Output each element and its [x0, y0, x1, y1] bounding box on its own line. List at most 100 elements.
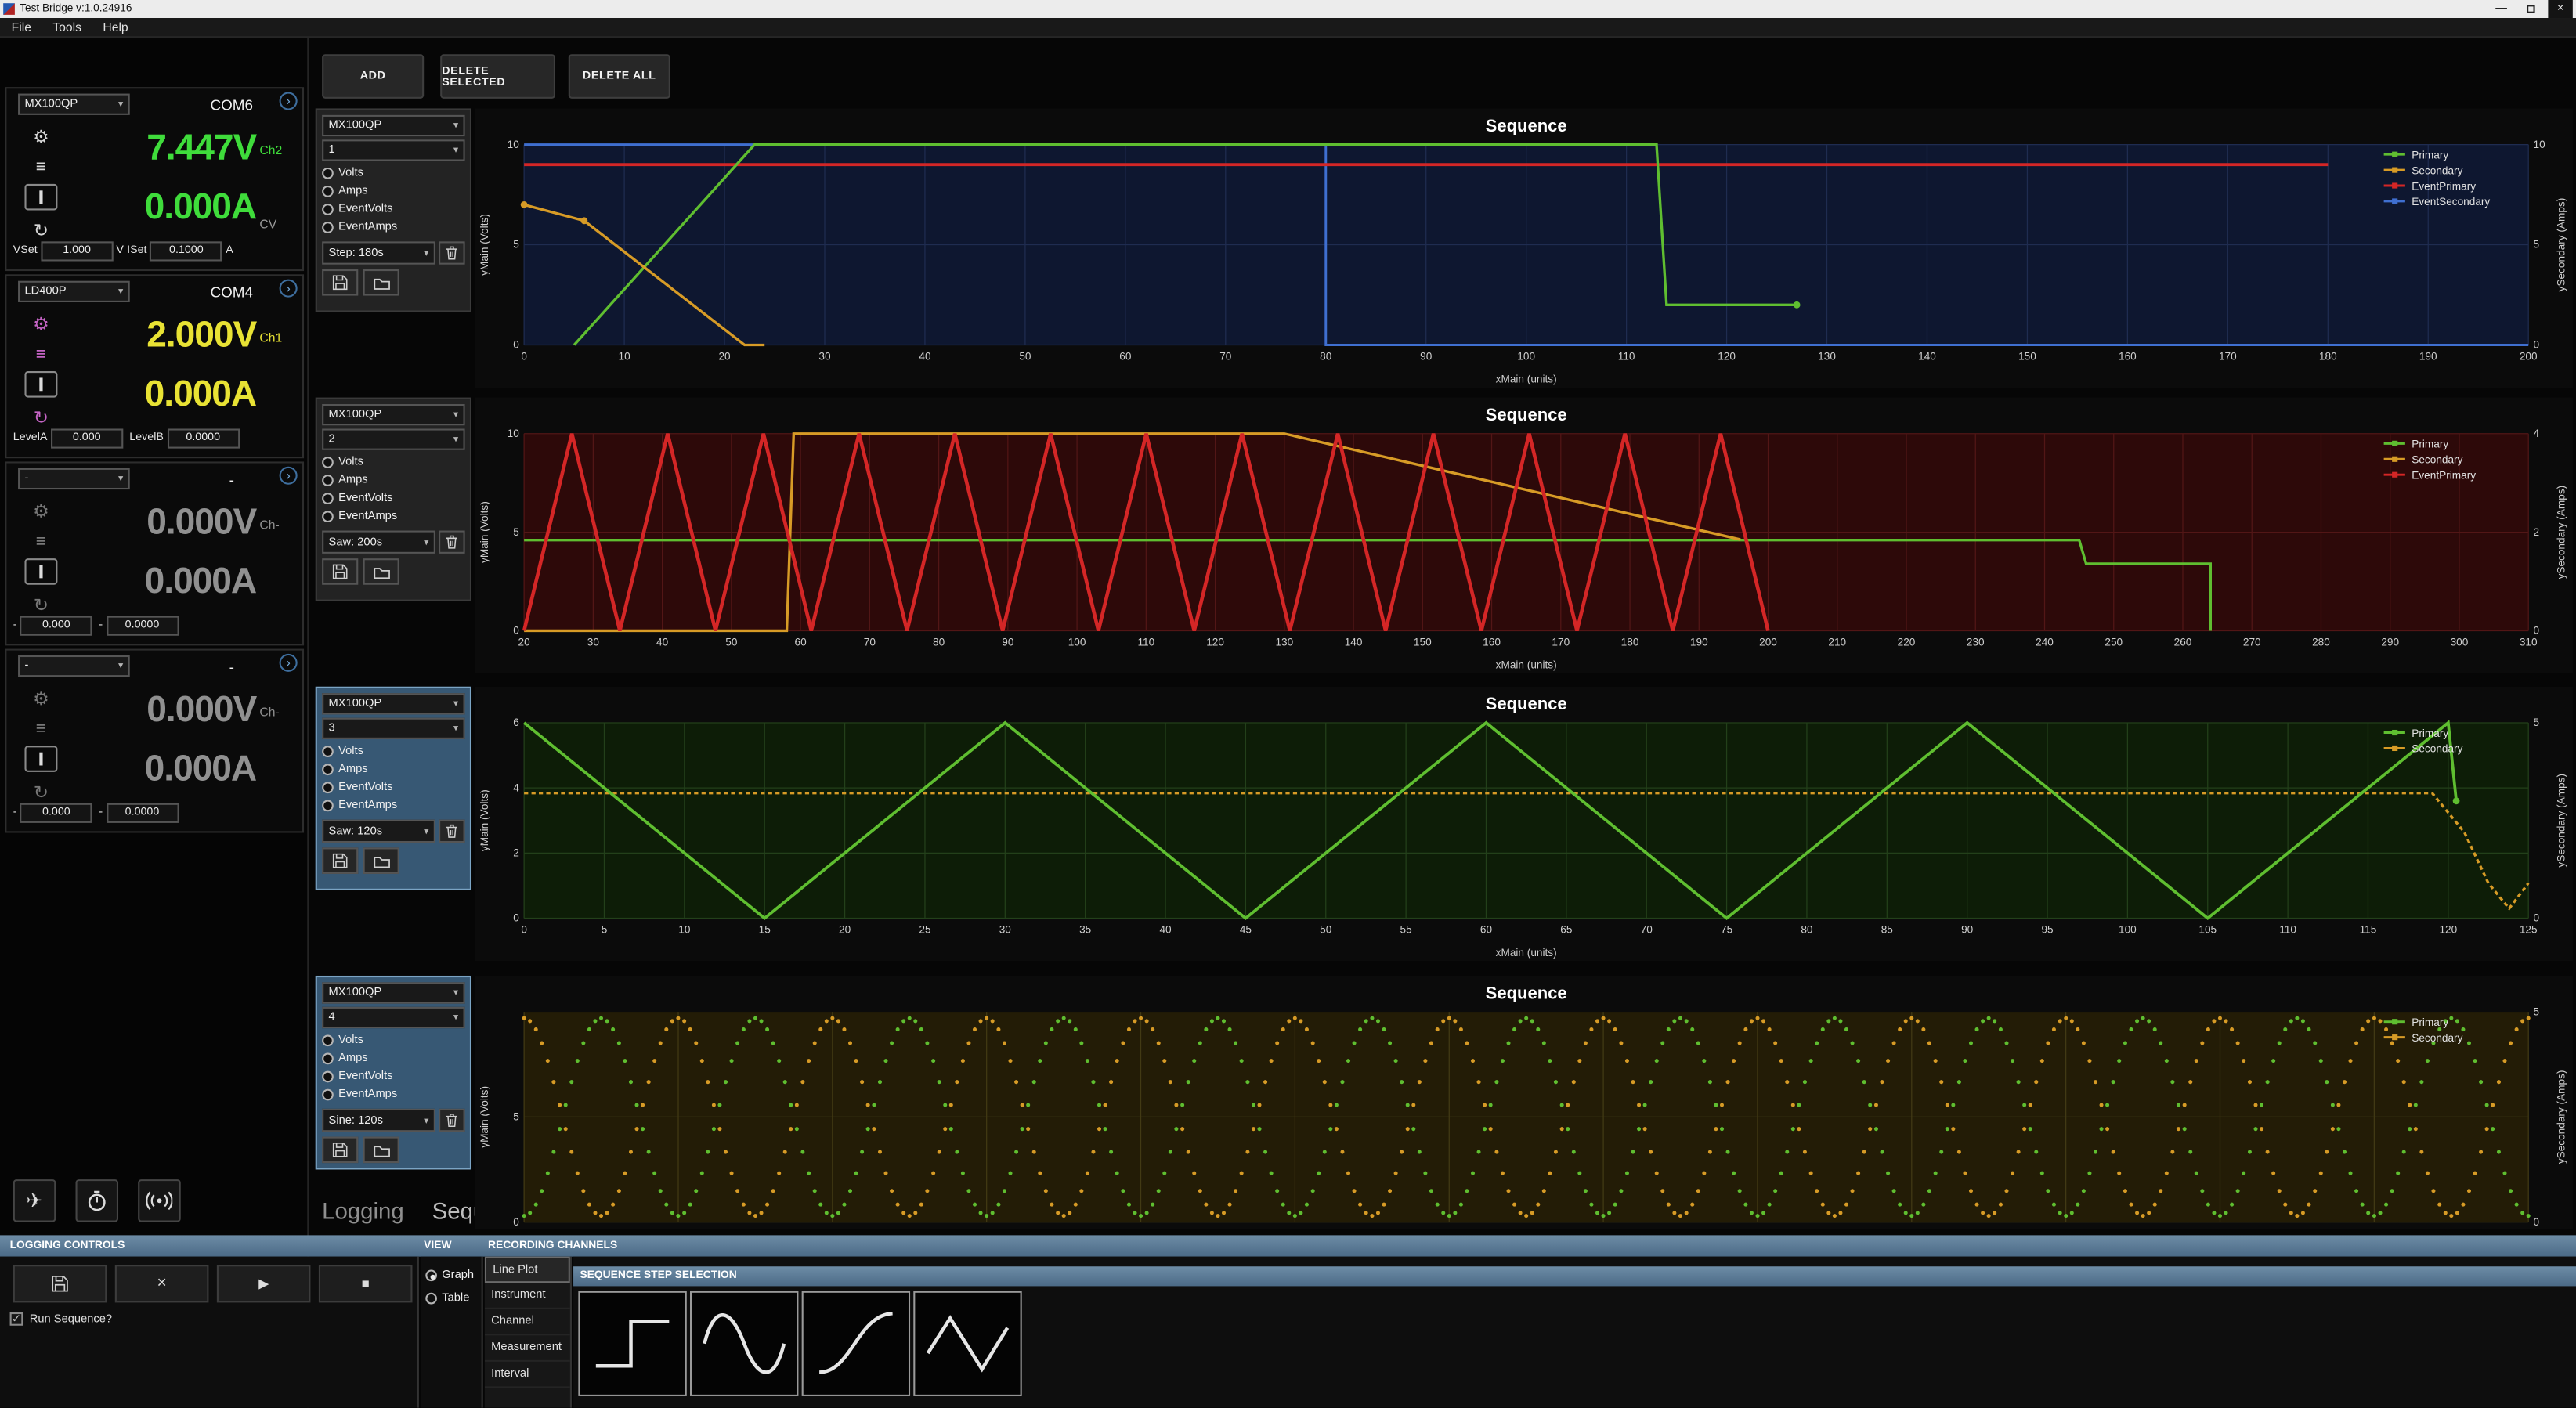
- card-waveform-select[interactable]: Step: 180s▾: [322, 241, 435, 264]
- card-option-eventvolts[interactable]: EventVolts: [322, 778, 464, 796]
- recording-item-line-plot[interactable]: Line Plot: [485, 1257, 570, 1283]
- tab-logging[interactable]: Logging: [322, 1197, 404, 1224]
- delete-step-button[interactable]: [439, 241, 465, 264]
- load-step-button[interactable]: [363, 1137, 399, 1164]
- sequence-chart[interactable]: 0505yMain (Volts)ySecondary (Amps)Primar…: [475, 976, 2573, 1229]
- card-option-amps[interactable]: Amps: [322, 1049, 464, 1067]
- card-option-eventvolts[interactable]: EventVolts: [322, 200, 464, 218]
- load-step-button[interactable]: [363, 558, 399, 585]
- save-step-button[interactable]: [322, 1137, 358, 1164]
- field1-label: -: [13, 807, 17, 818]
- menu-tools[interactable]: Tools: [52, 20, 81, 34]
- menu-help[interactable]: Help: [103, 20, 128, 34]
- svg-text:0: 0: [2533, 1216, 2539, 1228]
- save-step-button[interactable]: [322, 847, 358, 874]
- card-option-eventamps[interactable]: EventAmps: [322, 218, 464, 236]
- minimize-button[interactable]: —: [2489, 0, 2513, 18]
- field1-input[interactable]: [20, 616, 92, 635]
- sequence-chart[interactable]: 0102030405060708090100110120130140150160…: [475, 108, 2573, 388]
- card-option-eventamps[interactable]: EventAmps: [322, 507, 464, 525]
- maximize-button[interactable]: [2519, 0, 2543, 18]
- instrument-expander-button[interactable]: ›: [280, 467, 298, 485]
- sine-waveform-button[interactable]: [690, 1291, 798, 1396]
- card-option-amps[interactable]: Amps: [322, 182, 464, 200]
- card-waveform-select[interactable]: Saw: 200s▾: [322, 531, 435, 554]
- log-stop-button[interactable]: ■: [319, 1265, 413, 1302]
- delete-step-button[interactable]: [439, 531, 465, 554]
- svg-text:xMain (units): xMain (units): [1496, 659, 1557, 671]
- probe-tool-button[interactable]: ✈: [13, 1179, 56, 1222]
- card-step-select[interactable]: 4▾: [322, 1007, 464, 1028]
- run-sequence-checkbox[interactable]: ✓: [10, 1312, 23, 1326]
- card-option-volts[interactable]: Volts: [322, 742, 464, 760]
- broadcast-tool-button[interactable]: [138, 1179, 181, 1222]
- sequence-card[interactable]: MX100QP▾ 3▾ VoltsAmpsEventVoltsEventAmps Sa…: [316, 687, 471, 890]
- card-model-select[interactable]: MX100QP▾: [322, 693, 464, 714]
- card-step-select[interactable]: 3▾: [322, 718, 464, 739]
- card-model-select[interactable]: MX100QP▾: [322, 404, 464, 425]
- card-option-eventvolts[interactable]: EventVolts: [322, 489, 464, 507]
- card-model-select[interactable]: MX100QP▾: [322, 982, 464, 1003]
- sequence-card[interactable]: MX100QP▾ 2▾ VoltsAmpsEventVoltsEventAmps Sa…: [316, 398, 471, 601]
- recording-item-interval[interactable]: Interval: [485, 1362, 570, 1388]
- card-option-eventamps[interactable]: EventAmps: [322, 796, 464, 814]
- step-waveform-button[interactable]: [578, 1291, 686, 1396]
- sequence-chart[interactable]: 2030405060708090100110120130140150160170…: [475, 398, 2573, 673]
- ramp-waveform-button[interactable]: [802, 1291, 910, 1396]
- instrument-expander-button[interactable]: ›: [280, 280, 298, 298]
- card-step-select[interactable]: 1▾: [322, 139, 464, 161]
- log-play-button[interactable]: ▶: [217, 1265, 311, 1302]
- svg-text:20: 20: [839, 923, 851, 935]
- save-step-button[interactable]: [322, 558, 358, 585]
- add-button[interactable]: ADD: [322, 54, 424, 99]
- instrument-model-select[interactable]: -▾: [18, 655, 130, 677]
- field2-input[interactable]: [106, 803, 178, 822]
- delete-all-button[interactable]: DELETE ALL: [569, 54, 670, 99]
- log-save-button[interactable]: [13, 1265, 107, 1302]
- svg-text:10: 10: [678, 923, 691, 935]
- card-option-amps[interactable]: Amps: [322, 760, 464, 778]
- delete-step-button[interactable]: [439, 1109, 465, 1132]
- run-sequence-row[interactable]: ✓ Run Sequence?: [10, 1312, 113, 1326]
- field1-input[interactable]: [20, 803, 92, 822]
- delete-step-button[interactable]: [439, 820, 465, 843]
- view-option-graph[interactable]: Graph: [425, 1266, 476, 1284]
- timer-tool-button[interactable]: [75, 1179, 118, 1222]
- triangle-waveform-button[interactable]: [913, 1291, 1021, 1396]
- load-step-button[interactable]: [363, 269, 399, 296]
- card-option-volts[interactable]: Volts: [322, 164, 464, 182]
- view-option-table[interactable]: Table: [425, 1290, 476, 1308]
- sequence-chart[interactable]: 0510152025303540455055606570758085909510…: [475, 687, 2573, 961]
- card-option-amps[interactable]: Amps: [322, 471, 464, 489]
- recording-item-channel[interactable]: Channel: [485, 1309, 570, 1336]
- instrument-model-select[interactable]: MX100QP▾: [18, 94, 130, 115]
- field2-input[interactable]: [150, 240, 222, 260]
- field1-input[interactable]: [51, 428, 123, 447]
- field1-input[interactable]: [41, 240, 113, 260]
- card-waveform-select[interactable]: Sine: 120s▾: [322, 1109, 435, 1132]
- card-option-eventvolts[interactable]: EventVolts: [322, 1067, 464, 1085]
- card-model-select[interactable]: MX100QP▾: [322, 115, 464, 136]
- instrument-expander-button[interactable]: ›: [280, 654, 298, 672]
- save-step-button[interactable]: [322, 269, 358, 296]
- log-cancel-button[interactable]: ×: [115, 1265, 209, 1302]
- card-option-volts[interactable]: Volts: [322, 1031, 464, 1049]
- sequence-card[interactable]: MX100QP▾ 4▾ VoltsAmpsEventVoltsEventAmps Si…: [316, 976, 471, 1170]
- field2-input[interactable]: [167, 428, 239, 447]
- card-option-eventamps[interactable]: EventAmps: [322, 1086, 464, 1104]
- delete-selected-button[interactable]: DELETE SELECTED: [440, 54, 555, 99]
- recording-item-instrument[interactable]: Instrument: [485, 1283, 570, 1309]
- instrument-expander-button[interactable]: ›: [280, 92, 298, 110]
- load-step-button[interactable]: [363, 847, 399, 874]
- recording-item-measurement[interactable]: Measurement: [485, 1335, 570, 1362]
- instrument-model-select[interactable]: LD400P▾: [18, 281, 130, 302]
- card-step-select[interactable]: 2▾: [322, 428, 464, 449]
- broadcast-icon: [146, 1191, 173, 1211]
- card-option-volts[interactable]: Volts: [322, 453, 464, 471]
- field2-input[interactable]: [106, 616, 178, 635]
- card-waveform-select[interactable]: Saw: 120s▾: [322, 820, 435, 843]
- instrument-model-select[interactable]: -▾: [18, 468, 130, 489]
- close-button[interactable]: ×: [2548, 0, 2572, 18]
- sequence-card[interactable]: MX100QP▾ 1▾ VoltsAmpsEventVoltsEventAmps St…: [316, 108, 471, 312]
- menu-file[interactable]: File: [12, 20, 31, 34]
